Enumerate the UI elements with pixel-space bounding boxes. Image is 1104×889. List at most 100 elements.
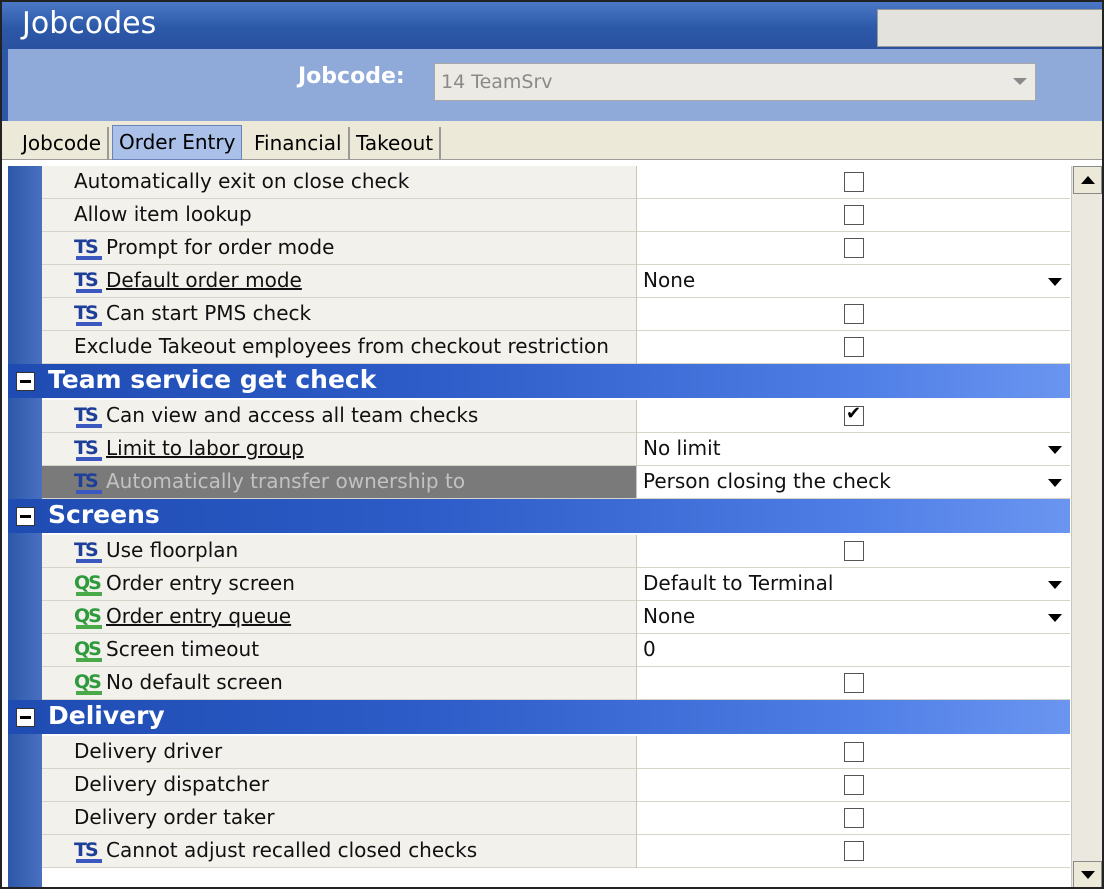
chevron-down-icon[interactable] — [1048, 278, 1062, 286]
chevron-down-icon[interactable] — [1048, 614, 1062, 622]
setting-row-can-start-pms-check[interactable]: TS Can start PMS check — [8, 298, 1070, 331]
setting-value-cell[interactable] — [636, 667, 1070, 700]
setting-value-cell[interactable]: ✔ — [636, 400, 1070, 433]
setting-checkbox[interactable] — [844, 172, 864, 192]
setting-name-cell[interactable]: QS Order entry queue — [42, 601, 636, 634]
setting-name-cell[interactable]: TS Cannot adjust recalled closed checks — [42, 835, 636, 868]
section-header-team-service-get-check[interactable]: Team service get check — [8, 364, 1070, 398]
setting-name-cell[interactable]: TS Can view and access all team checks — [42, 400, 636, 433]
setting-row-delivery-order-taker[interactable]: Delivery order taker — [8, 802, 1070, 835]
setting-row-use-floorplan[interactable]: TS Use floorplan — [8, 535, 1070, 568]
setting-row-default-order-mode[interactable]: TS Default order mode None — [8, 265, 1070, 298]
setting-row-order-entry-queue[interactable]: QS Order entry queue None — [8, 601, 1070, 634]
setting-row-no-default-screen[interactable]: QS No default screen — [8, 667, 1070, 700]
setting-name-cell[interactable]: Delivery dispatcher — [42, 769, 636, 802]
scroll-up-button[interactable] — [1073, 166, 1102, 194]
setting-value-cell[interactable]: No limit — [636, 433, 1070, 466]
setting-value-cell[interactable] — [636, 769, 1070, 802]
title-bar-field[interactable] — [877, 9, 1102, 47]
setting-checkbox[interactable] — [844, 808, 864, 828]
setting-row-can-view-and-access-all-team-checks[interactable]: TS Can view and access all team checks ✔ — [8, 400, 1070, 433]
setting-name-cell[interactable]: TS Default order mode — [42, 265, 636, 298]
setting-label[interactable]: Default order mode — [106, 268, 302, 292]
setting-name-cell[interactable]: TS Limit to labor group — [42, 433, 636, 466]
setting-value-cell[interactable] — [636, 835, 1070, 868]
tab-financial[interactable]: Financial — [248, 127, 350, 159]
setting-checkbox[interactable] — [844, 775, 864, 795]
setting-checkbox[interactable] — [844, 742, 864, 762]
chevron-down-icon[interactable] — [1013, 78, 1027, 85]
chevron-down-icon[interactable] — [1048, 479, 1062, 487]
ts-badge-icon: TS — [72, 302, 102, 328]
setting-value-cell[interactable]: None — [636, 601, 1070, 634]
setting-name-cell[interactable]: QS Screen timeout — [42, 634, 636, 667]
tab-jobcode[interactable]: Jobcode — [16, 127, 110, 159]
minus-box-icon[interactable] — [16, 372, 35, 391]
chevron-down-icon[interactable] — [1048, 446, 1062, 454]
setting-row-automatically-exit-on-close-check[interactable]: Automatically exit on close check — [8, 166, 1070, 199]
setting-row-prompt-for-order-mode[interactable]: TS Prompt for order mode — [8, 232, 1070, 265]
setting-value-cell[interactable]: None — [636, 265, 1070, 298]
tab-order-entry[interactable]: Order Entry — [112, 125, 243, 160]
setting-label[interactable]: Order entry queue — [106, 604, 291, 628]
setting-value-cell[interactable] — [636, 535, 1070, 568]
setting-name-cell[interactable]: TS Automatically transfer ownership to — [42, 466, 636, 499]
setting-row-cannot-adjust-recalled-closed-checks[interactable]: TS Cannot adjust recalled closed checks — [8, 835, 1070, 868]
setting-value-cell[interactable] — [636, 736, 1070, 769]
tab-takeout[interactable]: Takeout — [350, 127, 442, 159]
setting-label: No default screen — [106, 670, 283, 694]
jobcode-label: Jobcode: — [298, 64, 405, 89]
setting-checkbox[interactable]: ✔ — [844, 403, 864, 426]
setting-row-screen-timeout[interactable]: QS Screen timeout 0 — [8, 634, 1070, 667]
setting-label[interactable]: Limit to labor group — [106, 436, 304, 460]
setting-value-cell[interactable] — [636, 232, 1070, 265]
setting-checkbox[interactable] — [844, 337, 864, 357]
setting-name-cell[interactable]: TS Prompt for order mode — [42, 232, 636, 265]
setting-row-allow-item-lookup[interactable]: Allow item lookup — [8, 199, 1070, 232]
setting-row-order-entry-screen[interactable]: QS Order entry screen Default to Terminal — [8, 568, 1070, 601]
chevron-down-icon[interactable] — [1048, 581, 1062, 589]
setting-name-cell[interactable]: Allow item lookup — [42, 199, 636, 232]
section-header-screens[interactable]: Screens — [8, 499, 1070, 533]
checkmark-icon: ✔ — [846, 403, 862, 424]
setting-checkbox[interactable] — [844, 205, 864, 225]
setting-name-cell[interactable]: QS Order entry screen — [42, 568, 636, 601]
setting-name-cell[interactable]: Automatically exit on close check — [42, 166, 636, 199]
scroll-down-button[interactable] — [1073, 861, 1102, 887]
setting-value-cell[interactable] — [636, 298, 1070, 331]
setting-value-cell[interactable] — [636, 802, 1070, 835]
setting-value-cell[interactable]: Default to Terminal — [636, 568, 1070, 601]
setting-value-cell[interactable]: 0 — [636, 634, 1070, 667]
jobcodes-window: Jobcodes Jobcode: 14 TeamSrv Jobcode Ord… — [0, 0, 1104, 889]
setting-label: Automatically exit on close check — [74, 169, 410, 193]
jobcode-dropdown[interactable]: 14 TeamSrv — [434, 63, 1036, 101]
vertical-scrollbar[interactable] — [1071, 166, 1102, 887]
setting-label: Allow item lookup — [74, 202, 252, 226]
setting-row-automatically-transfer-ownership-to[interactable]: TS Automatically transfer ownership to Per… — [8, 466, 1070, 499]
setting-name-cell[interactable]: Delivery order taker — [42, 802, 636, 835]
setting-name-cell[interactable]: QS No default screen — [42, 667, 636, 700]
setting-row-limit-to-labor-group[interactable]: TS Limit to labor group No limit — [8, 433, 1070, 466]
setting-name-cell[interactable]: TS Can start PMS check — [42, 298, 636, 331]
setting-checkbox[interactable] — [844, 238, 864, 258]
setting-checkbox[interactable] — [844, 304, 864, 324]
setting-checkbox[interactable] — [844, 541, 864, 561]
badge-letters: TS — [74, 269, 99, 291]
setting-name-cell[interactable]: TS Use floorplan — [42, 535, 636, 568]
setting-row-exclude-takeout-employees-from-checkout-restriction[interactable]: Exclude Takeout employees from checkout … — [8, 331, 1070, 364]
setting-value-cell[interactable] — [636, 331, 1070, 364]
setting-value-cell[interactable] — [636, 166, 1070, 199]
jobcode-selector-band: Jobcode: 14 TeamSrv — [2, 49, 1102, 121]
setting-value-cell[interactable] — [636, 199, 1070, 232]
minus-box-icon[interactable] — [16, 708, 35, 727]
setting-row-delivery-driver[interactable]: Delivery driver — [8, 736, 1070, 769]
setting-name-cell[interactable]: Exclude Takeout employees from checkout … — [42, 331, 636, 364]
setting-name-cell[interactable]: Delivery driver — [42, 736, 636, 769]
scrollbar-thumb[interactable] — [1073, 195, 1102, 435]
minus-box-icon[interactable] — [16, 507, 35, 526]
section-header-delivery[interactable]: Delivery — [8, 700, 1070, 734]
setting-row-delivery-dispatcher[interactable]: Delivery dispatcher — [8, 769, 1070, 802]
setting-checkbox[interactable] — [844, 673, 864, 693]
setting-value-cell[interactable]: Person closing the check — [636, 466, 1070, 499]
setting-checkbox[interactable] — [844, 841, 864, 861]
